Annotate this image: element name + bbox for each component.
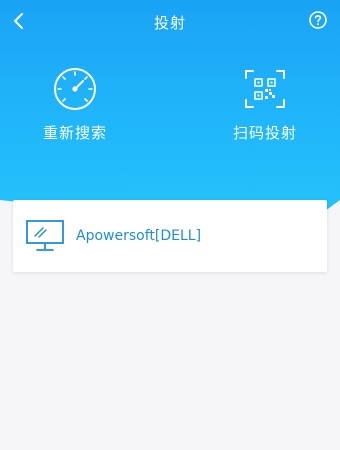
speedometer-icon	[54, 68, 96, 110]
question-circle-icon	[309, 11, 327, 29]
research-button[interactable]: 重新搜索	[15, 66, 135, 143]
monitor-icon	[26, 220, 64, 251]
scan-cast-button[interactable]: 扫码投射	[205, 66, 325, 143]
help-button[interactable]	[308, 10, 328, 30]
research-label: 重新搜索	[42, 124, 107, 142]
device-list-item[interactable]: Apowersoft[DELL]	[13, 200, 327, 272]
page-title: 投射	[153, 14, 186, 32]
device-name: Apowersoft[DELL]	[76, 228, 202, 244]
scan-cast-label: 扫码投射	[232, 124, 297, 142]
qr-scan-icon	[245, 70, 285, 108]
app-header: 投射	[0, 0, 340, 42]
